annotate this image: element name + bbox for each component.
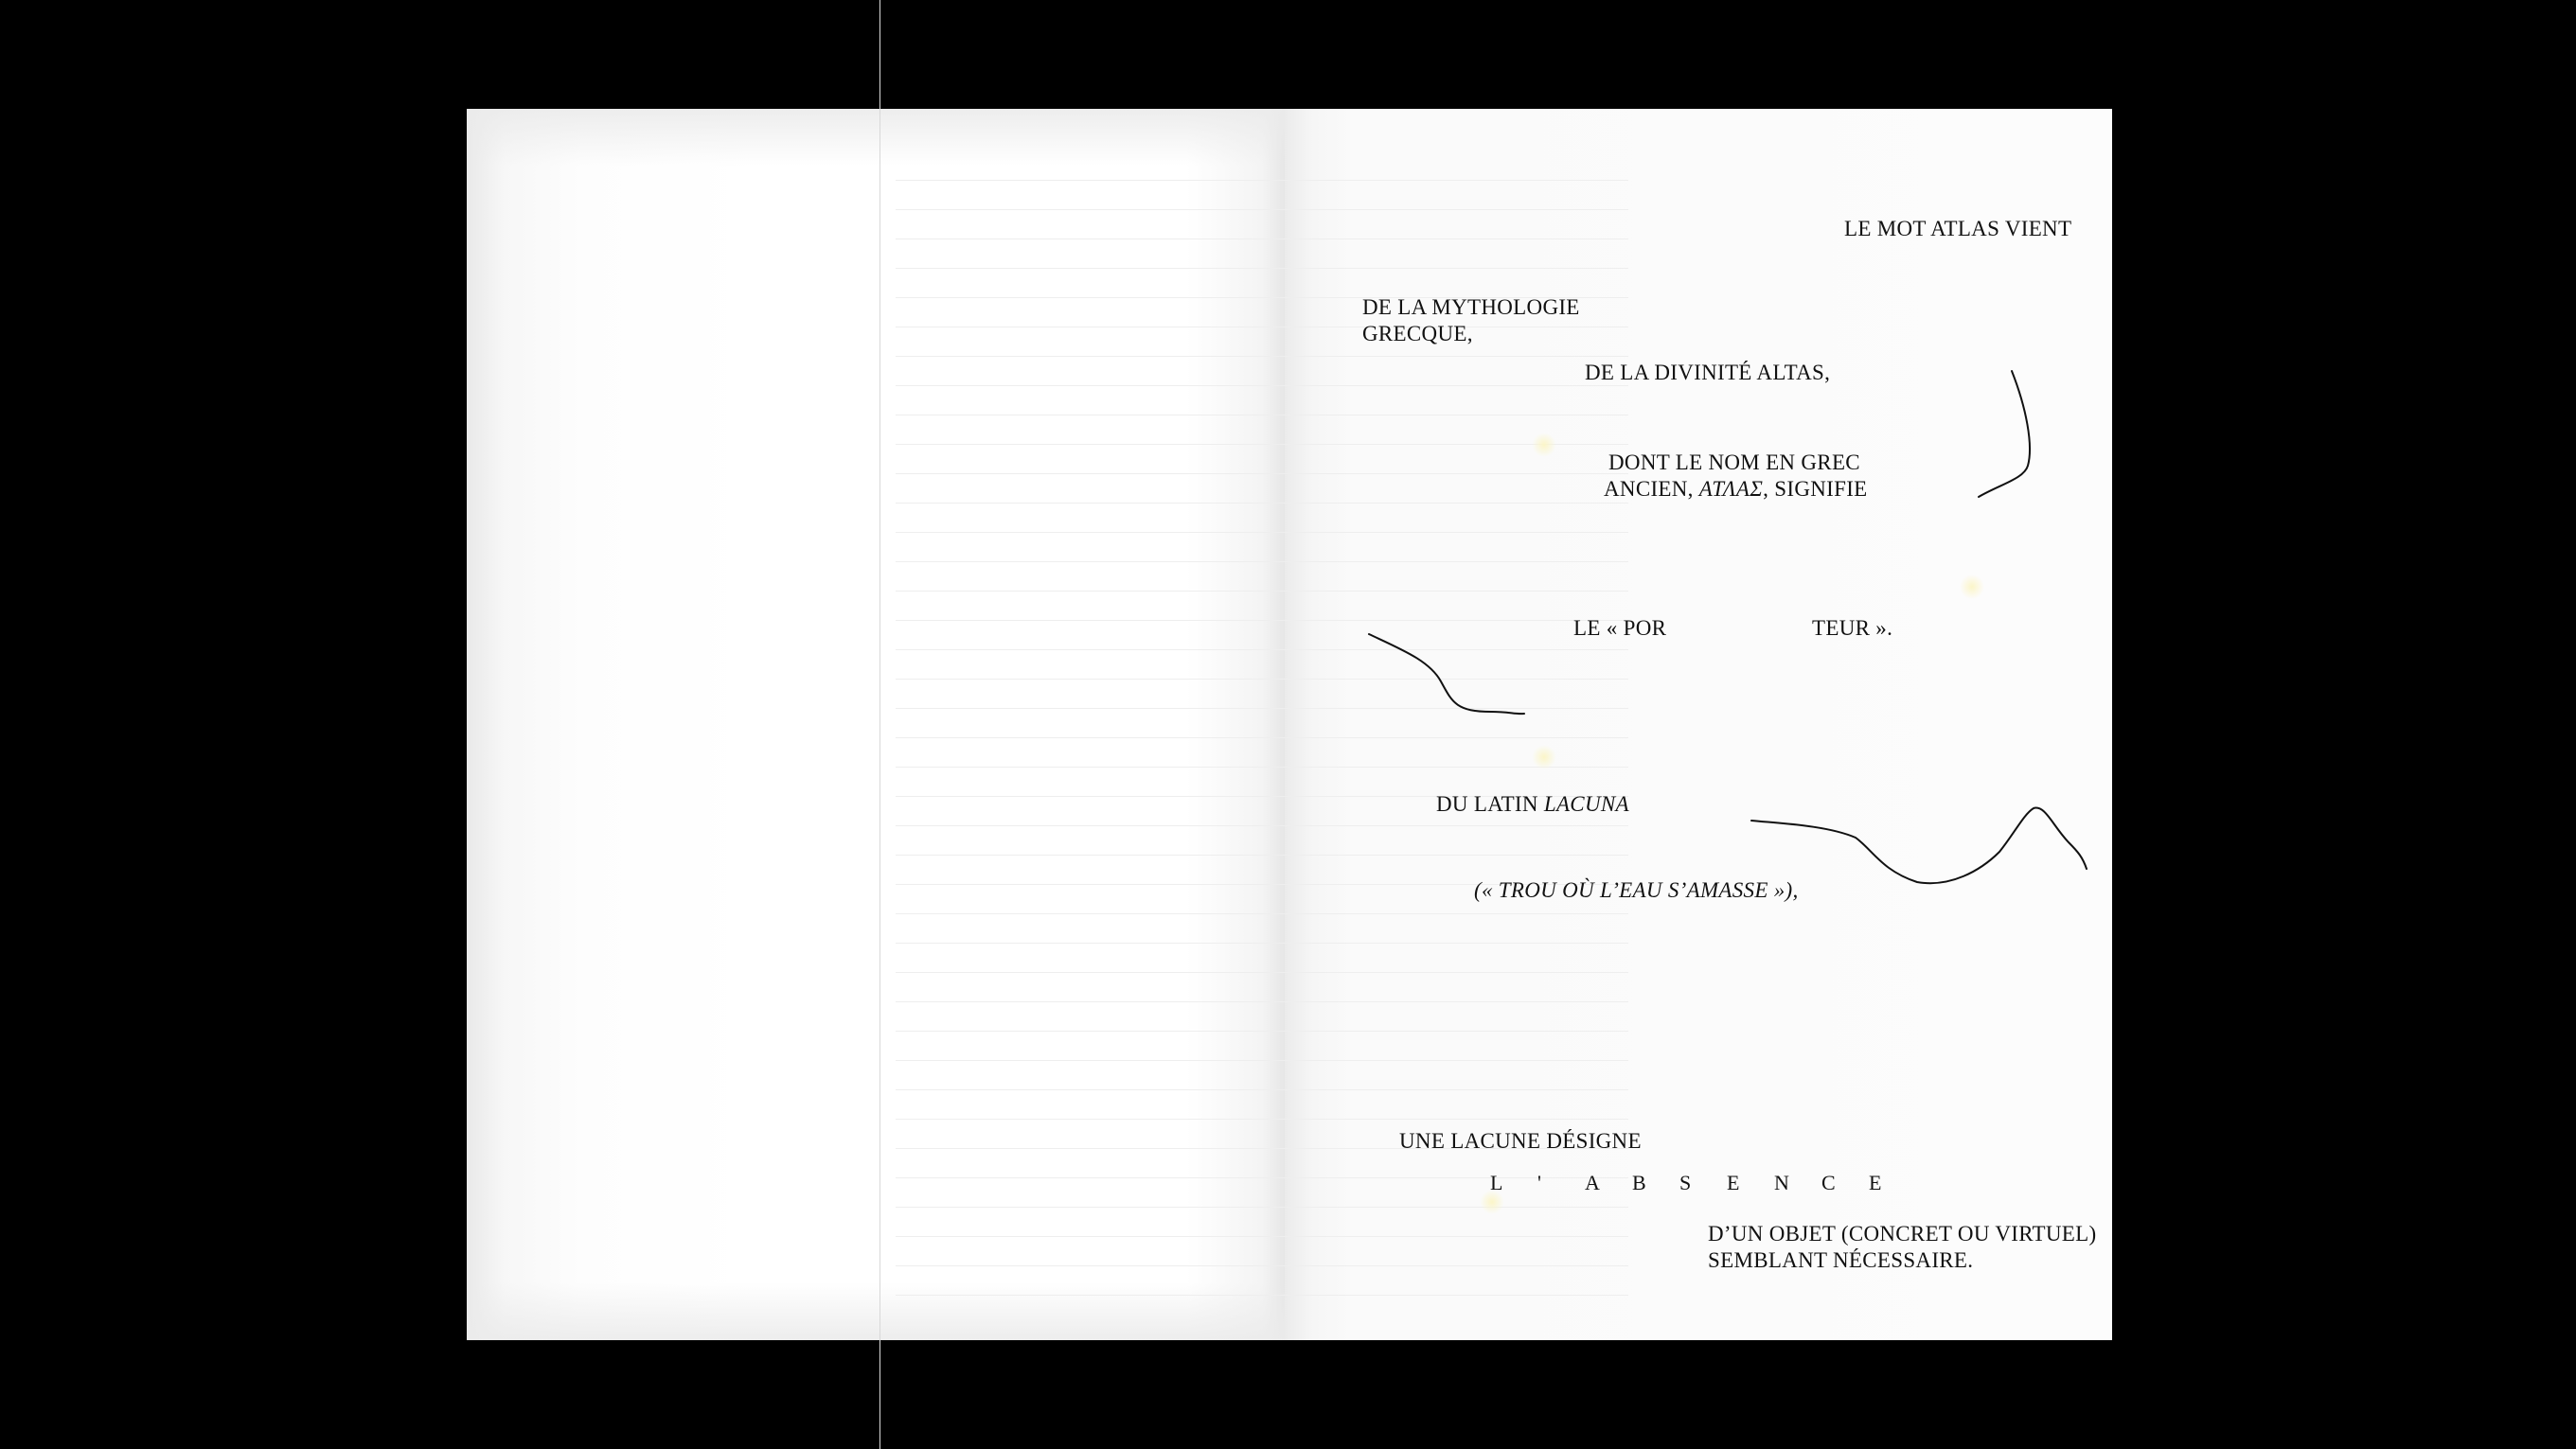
text-ancien: ANCIEN, [1604,477,1699,501]
text-de-la-divinite: DE LA DIVINITÉ ALTAS, [1585,361,1831,384]
gutter-line [879,0,880,1449]
absence-letter: L [1490,1171,1503,1194]
absence-letter: B [1632,1171,1646,1194]
absence-letter: E [1869,1171,1882,1194]
left-page-shading [467,109,1285,1340]
text-du-latin: DU LATIN LACUNA [1436,791,1629,818]
absence-letter: A [1585,1171,1600,1194]
absence-letter: S [1679,1171,1692,1194]
text-grecque: GRECQUE, [1362,322,1473,345]
text-atlas-greek: ΑΤΛΑΣ [1698,477,1764,501]
text-teur: TEUR ». [1812,616,1893,640]
book-spread [467,109,2112,1340]
text-trou-ou-l-eau: (« TROU OÙ L’EAU S’AMASSE »), [1474,878,1799,902]
text-de-la-mythologie: DE LA MYTHOLOGIE [1362,295,1580,319]
absence-letter: ' [1537,1171,1541,1194]
text-lacuna: LACUNA [1543,792,1629,816]
absence-letter: N [1774,1171,1789,1194]
text-le-mot-atlas-vient: LE MOT ATLAS VIENT [1844,217,2072,240]
screen: { "page": { "background": "#000000", "pa… [0,0,2576,1449]
text-le-por: LE « POR [1573,616,1667,640]
text-dont-le-nom: DONT LE NOM EN GREC [1608,451,1860,474]
text-ancien-signifie: ANCIEN, ΑΤΛΑΣ, SIGNIFIE [1604,476,1868,503]
text-d-un-objet: D’UN OBJET (CONCRET OU VIRTUEL) [1708,1222,2097,1246]
text-semblant-necessaire: SEMBLANT NÉCESSAIRE. [1708,1248,1974,1272]
absence-letter: E [1727,1171,1740,1194]
text-signifie: , SIGNIFIE [1763,477,1868,501]
text-du-latin-prefix: DU LATIN [1436,792,1544,816]
text-une-lacune-designe: UNE LACUNE DÉSIGNE [1399,1129,1642,1153]
absence-letter: C [1821,1171,1836,1194]
